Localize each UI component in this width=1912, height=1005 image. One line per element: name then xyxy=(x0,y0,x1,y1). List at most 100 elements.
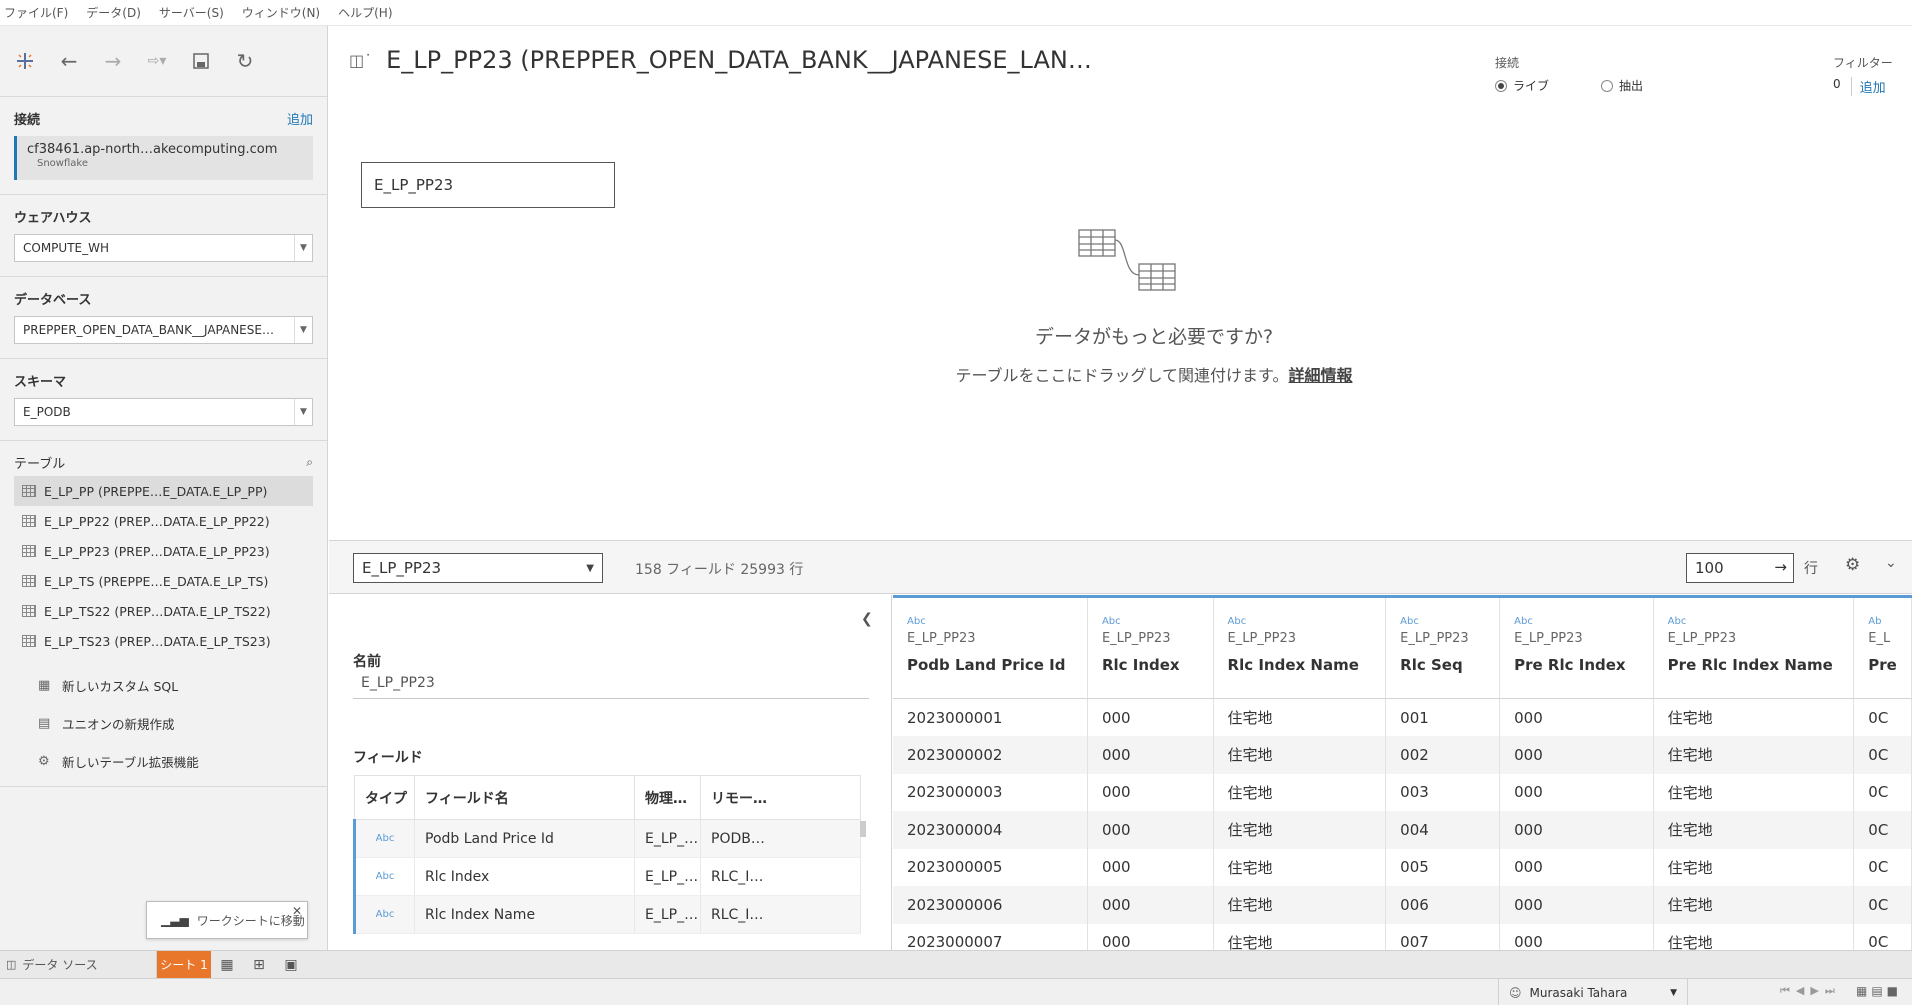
string-type-icon[interactable]: Ab xyxy=(1868,616,1911,627)
database-dropdown[interactable]: PREPPER_OPEN_DATA_BANK__JAPANESE… ▼ xyxy=(14,316,313,344)
chevron-down-icon[interactable]: ⌄ xyxy=(1885,555,1897,571)
table-row[interactable]: Abc Rlc Index Name E_LP_… RLC_I… xyxy=(353,895,861,934)
column-header[interactable]: Abc E_LP_PP23 Podb Land Price Id xyxy=(893,596,1088,699)
cell[interactable]: 2023000002 xyxy=(893,736,1088,774)
cell[interactable]: 住宅地 xyxy=(1213,848,1387,886)
cell[interactable]: 000 xyxy=(1087,848,1214,886)
column-header[interactable]: Abc E_LP_PP23 Rlc Index Name xyxy=(1213,596,1387,699)
chevron-down-icon[interactable]: ▼ xyxy=(294,317,312,343)
column-header[interactable]: Ab E_L Pre xyxy=(1853,596,1912,699)
live-radio[interactable]: ライブ xyxy=(1495,77,1549,94)
string-type-icon[interactable]: Abc xyxy=(1228,616,1386,627)
redo-icon[interactable]: → xyxy=(100,48,126,74)
refresh-dropdown-icon[interactable]: ⇨▾ xyxy=(144,48,170,74)
more-info-link[interactable]: 詳細情報 xyxy=(1288,366,1352,385)
cell[interactable]: 000 xyxy=(1499,848,1654,886)
field-name[interactable]: Podb Land Price Id xyxy=(414,819,635,858)
cell[interactable]: 0C xyxy=(1853,773,1912,811)
cell[interactable]: 007 xyxy=(1385,923,1501,950)
table-row[interactable]: 2023000005 000 住宅地 005 000 住宅地 0C xyxy=(893,848,1912,886)
column-header[interactable]: リモー… xyxy=(700,775,861,820)
cell[interactable]: 2023000007 xyxy=(893,923,1088,950)
string-type-icon[interactable]: Abc xyxy=(1102,616,1213,627)
table-row[interactable]: 2023000003 000 住宅地 003 000 住宅地 0C xyxy=(893,773,1912,811)
cell[interactable]: 0C xyxy=(1853,848,1912,886)
cell[interactable]: 004 xyxy=(1385,811,1501,849)
cell[interactable]: 000 xyxy=(1087,811,1214,849)
menu-window[interactable]: ウィンドウ(N) xyxy=(242,4,320,21)
cell[interactable]: 000 xyxy=(1499,773,1654,811)
table-item[interactable]: E_LP_TS22 (PREP…DATA.E_LP_TS22) xyxy=(14,596,313,626)
cell[interactable]: 003 xyxy=(1385,773,1501,811)
menu-server[interactable]: サーバー(S) xyxy=(159,4,224,21)
cell[interactable]: 001 xyxy=(1385,698,1501,736)
cell[interactable]: 0C xyxy=(1853,811,1912,849)
scrollbar[interactable] xyxy=(860,821,866,837)
column-header[interactable]: フィールド名 xyxy=(414,775,635,820)
table-row[interactable]: Abc Rlc Index E_LP_… RLC_I… xyxy=(353,857,861,896)
cell[interactable]: 000 xyxy=(1087,773,1214,811)
cell[interactable]: 000 xyxy=(1499,811,1654,849)
table-row[interactable]: 2023000004 000 住宅地 004 000 住宅地 0C xyxy=(893,811,1912,849)
table-item[interactable]: E_LP_TS23 (PREP…DATA.E_LP_TS23) xyxy=(14,626,313,656)
table-row[interactable]: 2023000006 000 住宅地 006 000 住宅地 0C xyxy=(893,886,1912,924)
extract-radio[interactable]: 抽出 xyxy=(1601,77,1643,94)
table-row[interactable]: 2023000007 000 住宅地 007 000 住宅地 0C xyxy=(893,923,1912,950)
rows-input[interactable]: 100 → xyxy=(1686,553,1794,583)
cell[interactable]: 006 xyxy=(1385,886,1501,924)
cell[interactable]: 住宅地 xyxy=(1653,736,1855,774)
user-menu[interactable]: ☺ Murasaki Tahara ▼ xyxy=(1498,979,1688,1005)
table-row[interactable]: 2023000001 000 住宅地 001 000 住宅地 0C xyxy=(893,698,1912,736)
cell[interactable]: 000 xyxy=(1499,698,1654,736)
cell[interactable]: 住宅地 xyxy=(1653,886,1855,924)
cell[interactable]: 住宅地 xyxy=(1653,698,1855,736)
field-name[interactable]: Rlc Index Name xyxy=(414,895,635,934)
new-dashboard-icon[interactable]: ⊞ xyxy=(243,951,275,979)
menu-data[interactable]: データ(D) xyxy=(86,4,141,21)
cell[interactable]: 0C xyxy=(1853,698,1912,736)
column-header[interactable]: 物理… xyxy=(634,775,701,820)
cell[interactable]: 002 xyxy=(1385,736,1501,774)
table-item[interactable]: E_LP_PP22 (PREP…DATA.E_LP_PP22) xyxy=(14,506,313,536)
collapse-icon[interactable]: ❮ xyxy=(861,611,873,627)
table-row[interactable]: Abc Podb Land Price Id E_LP_… PODB… xyxy=(353,819,861,858)
cell[interactable]: 000 xyxy=(1087,698,1214,736)
gear-icon[interactable]: ⚙ xyxy=(1845,555,1860,575)
undo-icon[interactable]: ← xyxy=(56,48,82,74)
tab-sheet-1[interactable]: シート 1 xyxy=(157,950,211,979)
save-icon[interactable] xyxy=(188,48,214,74)
string-type-icon[interactable]: Abc xyxy=(353,895,415,934)
refresh-icon[interactable]: ↻ xyxy=(232,48,258,74)
string-type-icon[interactable]: Abc xyxy=(1668,616,1854,627)
cell[interactable]: 000 xyxy=(1087,886,1214,924)
search-icon[interactable]: ⌕ xyxy=(306,455,313,470)
cell[interactable]: 000 xyxy=(1087,736,1214,774)
column-header[interactable]: Abc E_LP_PP23 Pre Rlc Index Name xyxy=(1653,596,1855,699)
cell[interactable]: 住宅地 xyxy=(1213,736,1387,774)
table-item[interactable]: E_LP_PP23 (PREP…DATA.E_LP_PP23) xyxy=(14,536,313,566)
warehouse-dropdown[interactable]: COMPUTE_WH ▼ xyxy=(14,234,313,262)
cell[interactable]: 住宅地 xyxy=(1213,773,1387,811)
arrow-right-icon[interactable]: → xyxy=(1774,558,1787,576)
cell[interactable]: 000 xyxy=(1087,923,1214,950)
new-custom-sql[interactable]: ▦ 新しいカスタム SQL xyxy=(14,666,313,704)
string-type-icon[interactable]: Abc xyxy=(1514,616,1653,627)
cell[interactable]: 000 xyxy=(1499,886,1654,924)
add-connection-link[interactable]: 追加 xyxy=(287,109,313,128)
table-row[interactable]: 2023000002 000 住宅地 002 000 住宅地 0C xyxy=(893,736,1912,774)
cell[interactable]: 2023000006 xyxy=(893,886,1088,924)
chevron-down-icon[interactable]: ▼ xyxy=(294,399,312,425)
table-item[interactable]: E_LP_TS (PREPPE…E_DATA.E_LP_TS) xyxy=(14,566,313,596)
go-to-worksheet-tooltip[interactable]: ▁▃▅ ワークシートに移動 ✕ xyxy=(146,901,308,939)
cell[interactable]: 住宅地 xyxy=(1653,848,1855,886)
data-source-name[interactable]: E_LP_PP23 (PREPPER_OPEN_DATA_BANK__JAPAN… xyxy=(386,46,1092,74)
cell[interactable]: 005 xyxy=(1385,848,1501,886)
cell[interactable]: 住宅地 xyxy=(1653,811,1855,849)
cell[interactable]: 住宅地 xyxy=(1213,811,1387,849)
menu-help[interactable]: ヘルプ(H) xyxy=(338,4,392,21)
canvas-table-node[interactable]: E_LP_PP23 xyxy=(361,162,615,208)
new-story-icon[interactable]: ▣ xyxy=(275,951,307,979)
cell[interactable]: 0C xyxy=(1853,923,1912,950)
connection-item[interactable]: cf38461.ap-north…akecomputing.com Snowfl… xyxy=(14,136,313,180)
cell[interactable]: 住宅地 xyxy=(1653,923,1855,950)
